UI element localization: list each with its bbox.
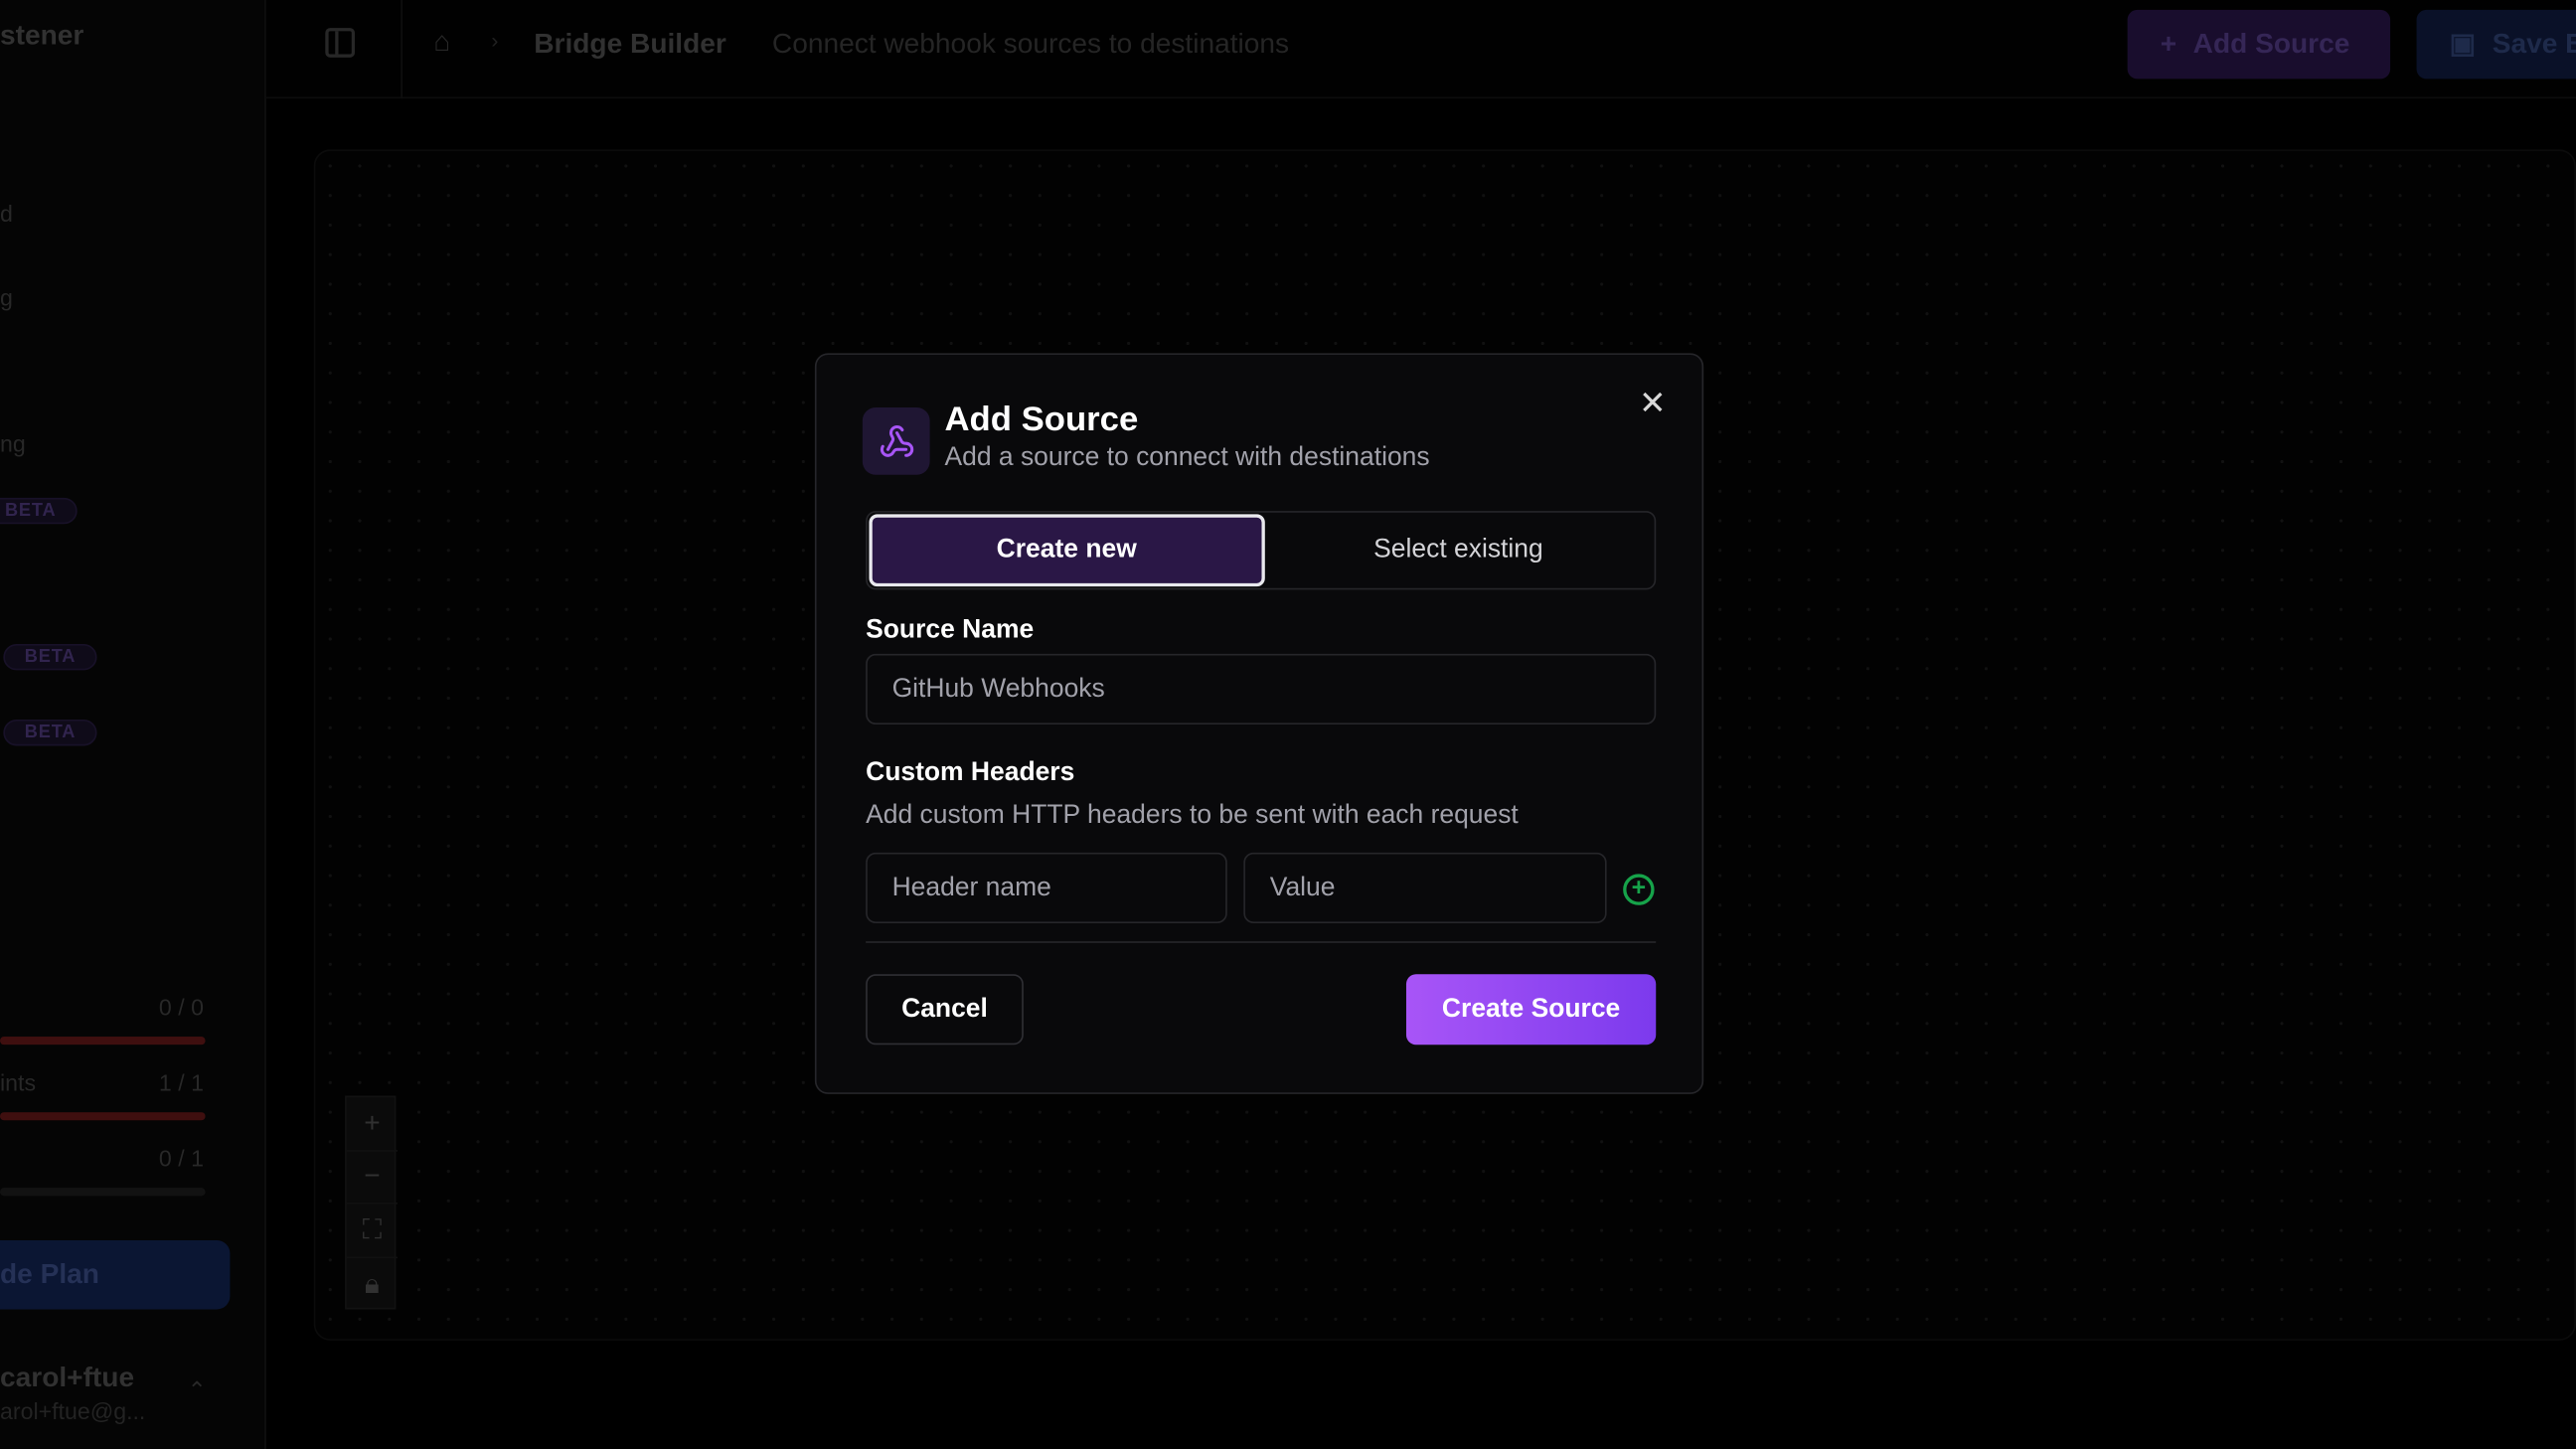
divider — [866, 941, 1657, 943]
source-mode-tabs: Create new Select existing — [866, 511, 1657, 590]
tab-create-new[interactable]: Create new — [869, 514, 1264, 587]
cancel-button[interactable]: Cancel — [866, 974, 1024, 1046]
dialog-description: Add a source to connect with destination… — [944, 443, 1430, 472]
app-root: stener d g ng BETA BETA BETA 0 / 0 ints … — [0, 0, 2576, 1449]
close-icon[interactable]: ✕ — [1636, 388, 1669, 420]
header-name-input[interactable]: Header name — [866, 852, 1227, 923]
webhook-icon — [862, 406, 930, 475]
source-name-input[interactable]: GitHub Webhooks — [866, 653, 1657, 724]
header-value-input[interactable]: Value — [1243, 852, 1607, 923]
add-circle-icon[interactable]: + — [1623, 874, 1655, 905]
custom-headers-label: Custom Headers — [866, 758, 1075, 787]
create-source-button[interactable]: Create Source — [1405, 974, 1657, 1046]
add-source-dialog: ✕ Add Source Add a source to connect wit… — [814, 353, 1704, 1094]
tab-select-existing[interactable]: Select existing — [1264, 514, 1653, 586]
dialog-title: Add Source — [944, 401, 1139, 439]
custom-headers-help: Add custom HTTP headers to be sent with … — [866, 801, 1519, 830]
source-name-label: Source Name — [866, 615, 1035, 644]
